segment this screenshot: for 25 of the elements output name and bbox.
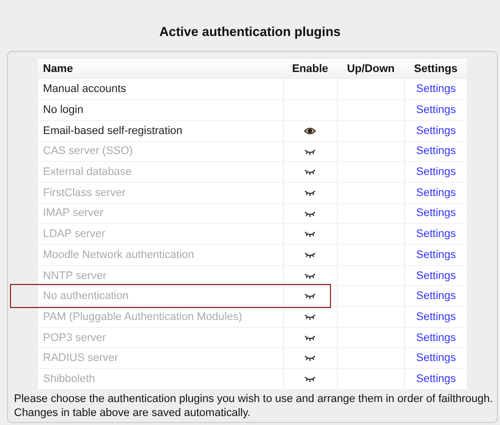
plugin-name: No authentication: [43, 290, 129, 302]
plugin-name: POP3 server: [43, 332, 106, 344]
column-header: Name: [38, 59, 284, 79]
plugin-name: Manual accounts: [43, 83, 126, 96]
column-header: Up/Down: [337, 59, 405, 79]
plugin-name: NNTP server: [43, 270, 106, 282]
plugin-name: Moodle Network authentication: [43, 248, 194, 261]
help-text: Please choose the authentication plugins you wish to use and arrange them in order of failthrough. Changes in table above are saved automatically.: [14, 392, 491, 420]
plugin-name: CAS server (SSO): [43, 145, 133, 158]
plugin-name: FirstClass server: [43, 186, 126, 199]
plugin-name: External database: [43, 166, 132, 178]
plugin-name: Shibboleth: [43, 372, 95, 385]
column-header: Enable: [283, 59, 338, 79]
plugin-name: LDAP server: [43, 228, 106, 240]
plugin-name: PAM (Pluggable Authentication Modules): [43, 310, 242, 323]
eye-icon[interactable]: [304, 126, 316, 135]
page-title: Active authentication plugins: [159, 24, 341, 39]
settings-link[interactable]: Settings: [416, 104, 456, 116]
plugin-name: No login: [43, 104, 84, 116]
settings-link[interactable]: Settings: [416, 83, 456, 96]
plugin-name: RADIUS server: [43, 352, 118, 364]
settings-link[interactable]: Settings: [416, 124, 456, 137]
column-header: Settings: [404, 59, 467, 79]
plugin-name: Email-based self-registration: [43, 124, 182, 137]
plugin-name: IMAP server: [43, 207, 104, 220]
